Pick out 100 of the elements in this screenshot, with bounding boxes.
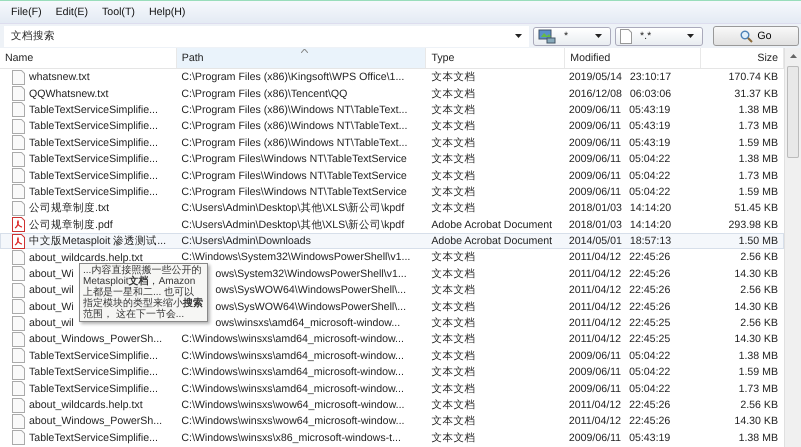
modified-time: 05:04:22 xyxy=(629,170,670,182)
text-file-icon xyxy=(12,398,25,413)
modified-time: 22:45:26 xyxy=(629,268,670,280)
file-path: C:\Users\Admin\Downloads xyxy=(181,235,311,248)
dropdown-caret-icon xyxy=(595,34,602,38)
file-size: 14.30 KB xyxy=(734,415,778,428)
file-path: C:\Program Files (x86)\Windows NT\TableText... xyxy=(181,120,408,132)
file-size: 1.38 MB xyxy=(738,350,778,362)
file-path: C:\Windows\winsxs\amd64_microsoft-window... xyxy=(181,366,404,378)
file-name: whatsnew.txt xyxy=(29,71,90,84)
text-file-icon xyxy=(12,364,25,380)
file-name: TableTextServiceSimplifie... xyxy=(29,153,158,166)
file-path: C:\Windows\winsxs\wow64_microsoft-window... xyxy=(181,399,404,411)
modified-date: 2011/04/12 xyxy=(568,399,622,411)
file-size: 1.73 MB xyxy=(738,170,778,182)
file-name: TableTextServiceSimplifie... xyxy=(29,382,158,395)
menu-item[interactable]: Edit(E) xyxy=(50,6,93,18)
text-file-icon xyxy=(12,168,25,184)
file-path: ows\System32\WindowsPowerShell\v1... xyxy=(215,268,407,280)
modified-date: 2009/06/11 xyxy=(568,120,622,132)
modified-time: 05:43:19 xyxy=(629,104,670,116)
file-type: 文本文档 xyxy=(431,168,476,183)
modified-date: 2009/06/11 xyxy=(568,186,622,198)
text-file-icon xyxy=(12,184,25,200)
modified-time: 14:14:20 xyxy=(630,218,672,231)
file-path: C:\Users\Admin\Desktop\其他\XLS\新公司\kpdf xyxy=(181,218,404,232)
menu-item[interactable]: Help(H) xyxy=(144,6,190,18)
file-name: TableTextServiceSimplifie... xyxy=(29,366,158,378)
file-type: 文本文档 xyxy=(431,266,476,281)
menu-item[interactable]: File(F) xyxy=(6,6,47,18)
file-size: 1.59 MB xyxy=(738,366,778,378)
text-file-icon xyxy=(12,282,25,298)
scroll-thumb[interactable] xyxy=(787,66,799,158)
modified-date: 2011/04/12 xyxy=(568,317,622,330)
file-path: C:\Windows\winsxs\wow64_microsoft-window... xyxy=(181,415,404,428)
text-file-icon xyxy=(12,86,25,102)
modified-date: 2009/06/11 xyxy=(568,153,622,166)
file-path: C:\Windows\System32\WindowsPowerShell\v1... xyxy=(181,251,410,264)
file-size: 1.73 MB xyxy=(738,382,778,395)
file-name: QQWhatsnew.txt xyxy=(29,88,108,100)
modified-time: 05:04:22 xyxy=(629,153,670,166)
file-name: TableTextServiceSimplifie... xyxy=(29,120,158,132)
file-name: about_wil xyxy=(29,284,74,296)
file-type: 文本文档 xyxy=(431,316,476,330)
modified-time: 05:04:22 xyxy=(629,366,670,378)
text-file-icon xyxy=(12,348,25,364)
file-size: 2.56 KB xyxy=(740,251,778,264)
file-type: 文本文档 xyxy=(431,136,476,150)
modified-time: 05:04:22 xyxy=(629,186,670,198)
file-path: C:\Program Files\Windows NT\TableTextService xyxy=(181,153,407,166)
scrollbar[interactable] xyxy=(784,48,801,447)
go-button[interactable]: Go xyxy=(713,26,799,46)
file-type: 文本文档 xyxy=(431,201,476,216)
file-name: 公司规章制度.txt xyxy=(29,201,110,216)
text-file-icon xyxy=(12,200,25,216)
column-header[interactable]: Modified xyxy=(565,48,702,68)
column-header[interactable]: Path xyxy=(176,48,426,68)
file-path: ows\winsxs\amd64_microsoft-window... xyxy=(215,317,400,330)
drive-dropdown[interactable]: * xyxy=(533,26,611,46)
text-file-icon xyxy=(12,414,25,429)
file-name: TableTextServiceSimplifie... xyxy=(29,350,158,362)
search-combobox[interactable]: 文档搜索 xyxy=(4,26,529,46)
file-size: 1.59 MB xyxy=(738,186,778,198)
selected-row[interactable]: 中文版Metasploit 渗透测试... C:\Users\Admin\Downloads Adobe Acrobat Document 2014/05/01 18:57:13 1.50 MB xyxy=(0,232,784,250)
file-name: about_Windows_PowerSh... xyxy=(29,415,162,428)
file-size: 51.45 KB xyxy=(734,202,778,214)
file-type-dropdown[interactable]: *.* xyxy=(615,26,703,46)
dropdown-caret-icon xyxy=(687,34,694,38)
search-icon xyxy=(740,30,754,42)
file-name: 公司规章制度.pdf xyxy=(29,218,113,232)
modified-date: 2014/05/01 xyxy=(568,235,622,248)
modified-date: 2009/06/11 xyxy=(568,170,622,182)
column-header[interactable]: Type xyxy=(426,48,566,68)
scroll-up-icon[interactable] xyxy=(790,54,796,58)
menu-item[interactable]: Tool(T) xyxy=(97,6,140,18)
file-path: C:\Program Files (x86)\Kingsoft\WPS Office\1... xyxy=(181,71,404,84)
modified-date: 2011/04/12 xyxy=(568,251,622,264)
modified-time: 05:04:22 xyxy=(629,350,670,362)
modified-time: 23:10:17 xyxy=(630,71,672,84)
file-name: about_Wi xyxy=(29,300,74,313)
file-type: 文本文档 xyxy=(431,430,476,445)
file-path: ows\SysWOW64\WindowsPowerShell\... xyxy=(215,300,406,313)
modified-time: 22:45:26 xyxy=(629,251,670,264)
modified-date: 2009/06/11 xyxy=(568,432,622,444)
file-path: C:\Program Files\Windows NT\TableTextService xyxy=(181,170,407,182)
modified-date: 2009/06/11 xyxy=(568,136,622,149)
modified-time: 05:04:22 xyxy=(629,382,670,395)
file-path: C:\Program Files (x86)\Windows NT\TableText... xyxy=(181,104,408,116)
file-type: 文本文档 xyxy=(431,382,476,396)
file-size: 293.98 KB xyxy=(728,218,778,231)
modified-date: 2011/04/12 xyxy=(568,284,622,296)
text-file-icon xyxy=(12,152,25,167)
modified-time: 18:57:13 xyxy=(630,235,672,248)
file-path: C:\Program Files\Windows NT\TableTextService xyxy=(181,186,407,198)
modified-date: 2011/04/12 xyxy=(568,300,622,313)
modified-date: 2009/06/11 xyxy=(568,366,622,378)
text-file-icon xyxy=(12,299,25,314)
file-type: 文本文档 xyxy=(431,348,476,363)
file-size: 2.56 KB xyxy=(740,399,778,411)
modified-date: 2009/06/11 xyxy=(568,350,622,362)
